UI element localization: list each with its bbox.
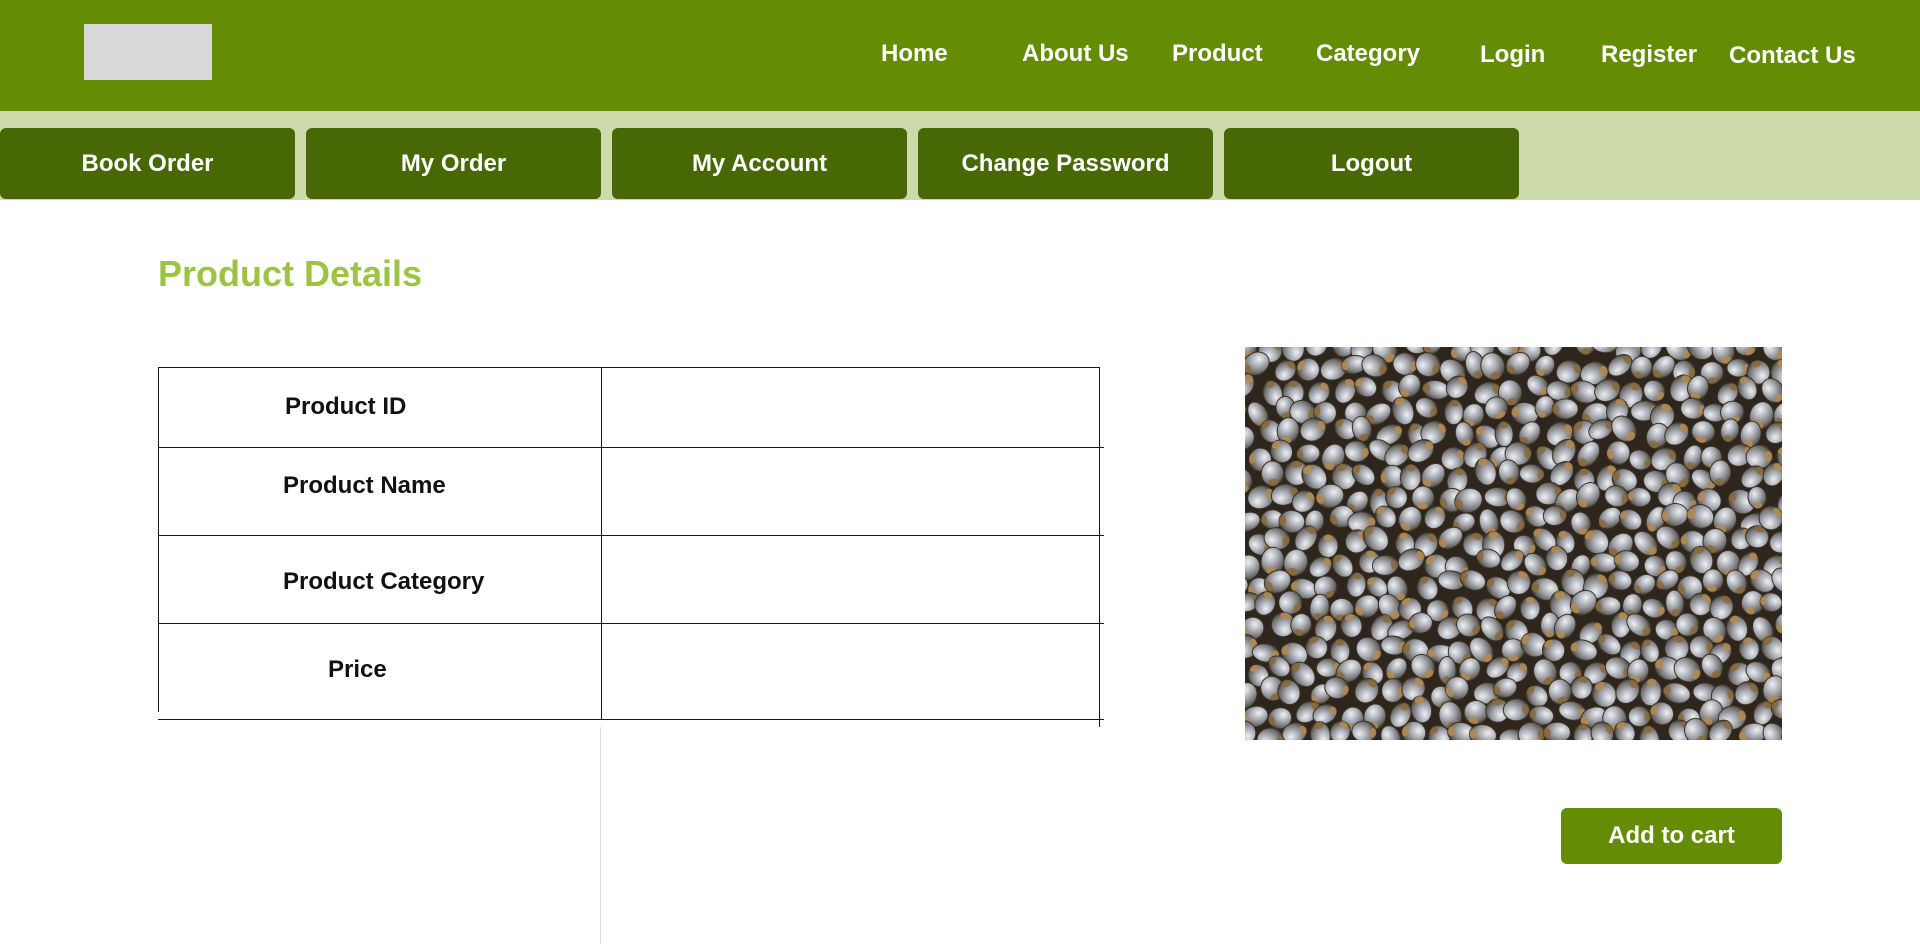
- my-account-button[interactable]: My Account: [612, 128, 907, 199]
- book-order-button[interactable]: Book Order: [0, 128, 295, 199]
- grain: [1519, 596, 1541, 621]
- millet-grains-illustration: [1245, 347, 1782, 740]
- product-image: [1245, 347, 1782, 740]
- logo-placeholder[interactable]: [84, 24, 212, 80]
- my-order-button[interactable]: My Order: [306, 128, 601, 199]
- change-password-button[interactable]: Change Password: [918, 128, 1213, 199]
- table-rule: [158, 367, 1100, 368]
- price-label: Price: [328, 656, 387, 683]
- page: Home About Us Product Category Login Reg…: [0, 0, 1920, 944]
- product-name-label: Product Name: [283, 472, 446, 499]
- top-navbar: Home About Us Product Category Login Reg…: [0, 0, 1920, 111]
- grain: [1317, 533, 1339, 559]
- nav-about-link[interactable]: About Us: [1022, 39, 1129, 69]
- table-rule: [601, 367, 602, 720]
- nav-home-link[interactable]: Home: [881, 39, 948, 69]
- table-rule: [1099, 367, 1100, 727]
- layout-guide-line: [600, 727, 601, 944]
- grain: [1726, 358, 1751, 378]
- product-details-table: Product ID Product Name Product Category…: [158, 367, 1104, 727]
- table-rule: [158, 535, 1104, 536]
- nav-login-link[interactable]: Login: [1480, 40, 1545, 70]
- nav-product-link[interactable]: Product: [1172, 39, 1263, 69]
- nav-category-link[interactable]: Category: [1316, 39, 1420, 69]
- add-to-cart-button[interactable]: Add to cart: [1561, 808, 1782, 864]
- logout-button[interactable]: Logout: [1224, 128, 1519, 199]
- product-id-label: Product ID: [285, 393, 407, 420]
- grain: [1411, 485, 1435, 510]
- table-rule: [158, 719, 1104, 720]
- nav-contact-link[interactable]: Contact Us: [1729, 41, 1856, 71]
- product-category-label: Product Category: [283, 568, 485, 595]
- nav-register-link[interactable]: Register: [1601, 40, 1697, 70]
- table-rule: [158, 623, 1104, 624]
- grain: [1551, 398, 1579, 420]
- table-rule: [158, 447, 1104, 448]
- page-title: Product Details: [158, 253, 423, 294]
- table-rule: [158, 367, 159, 712]
